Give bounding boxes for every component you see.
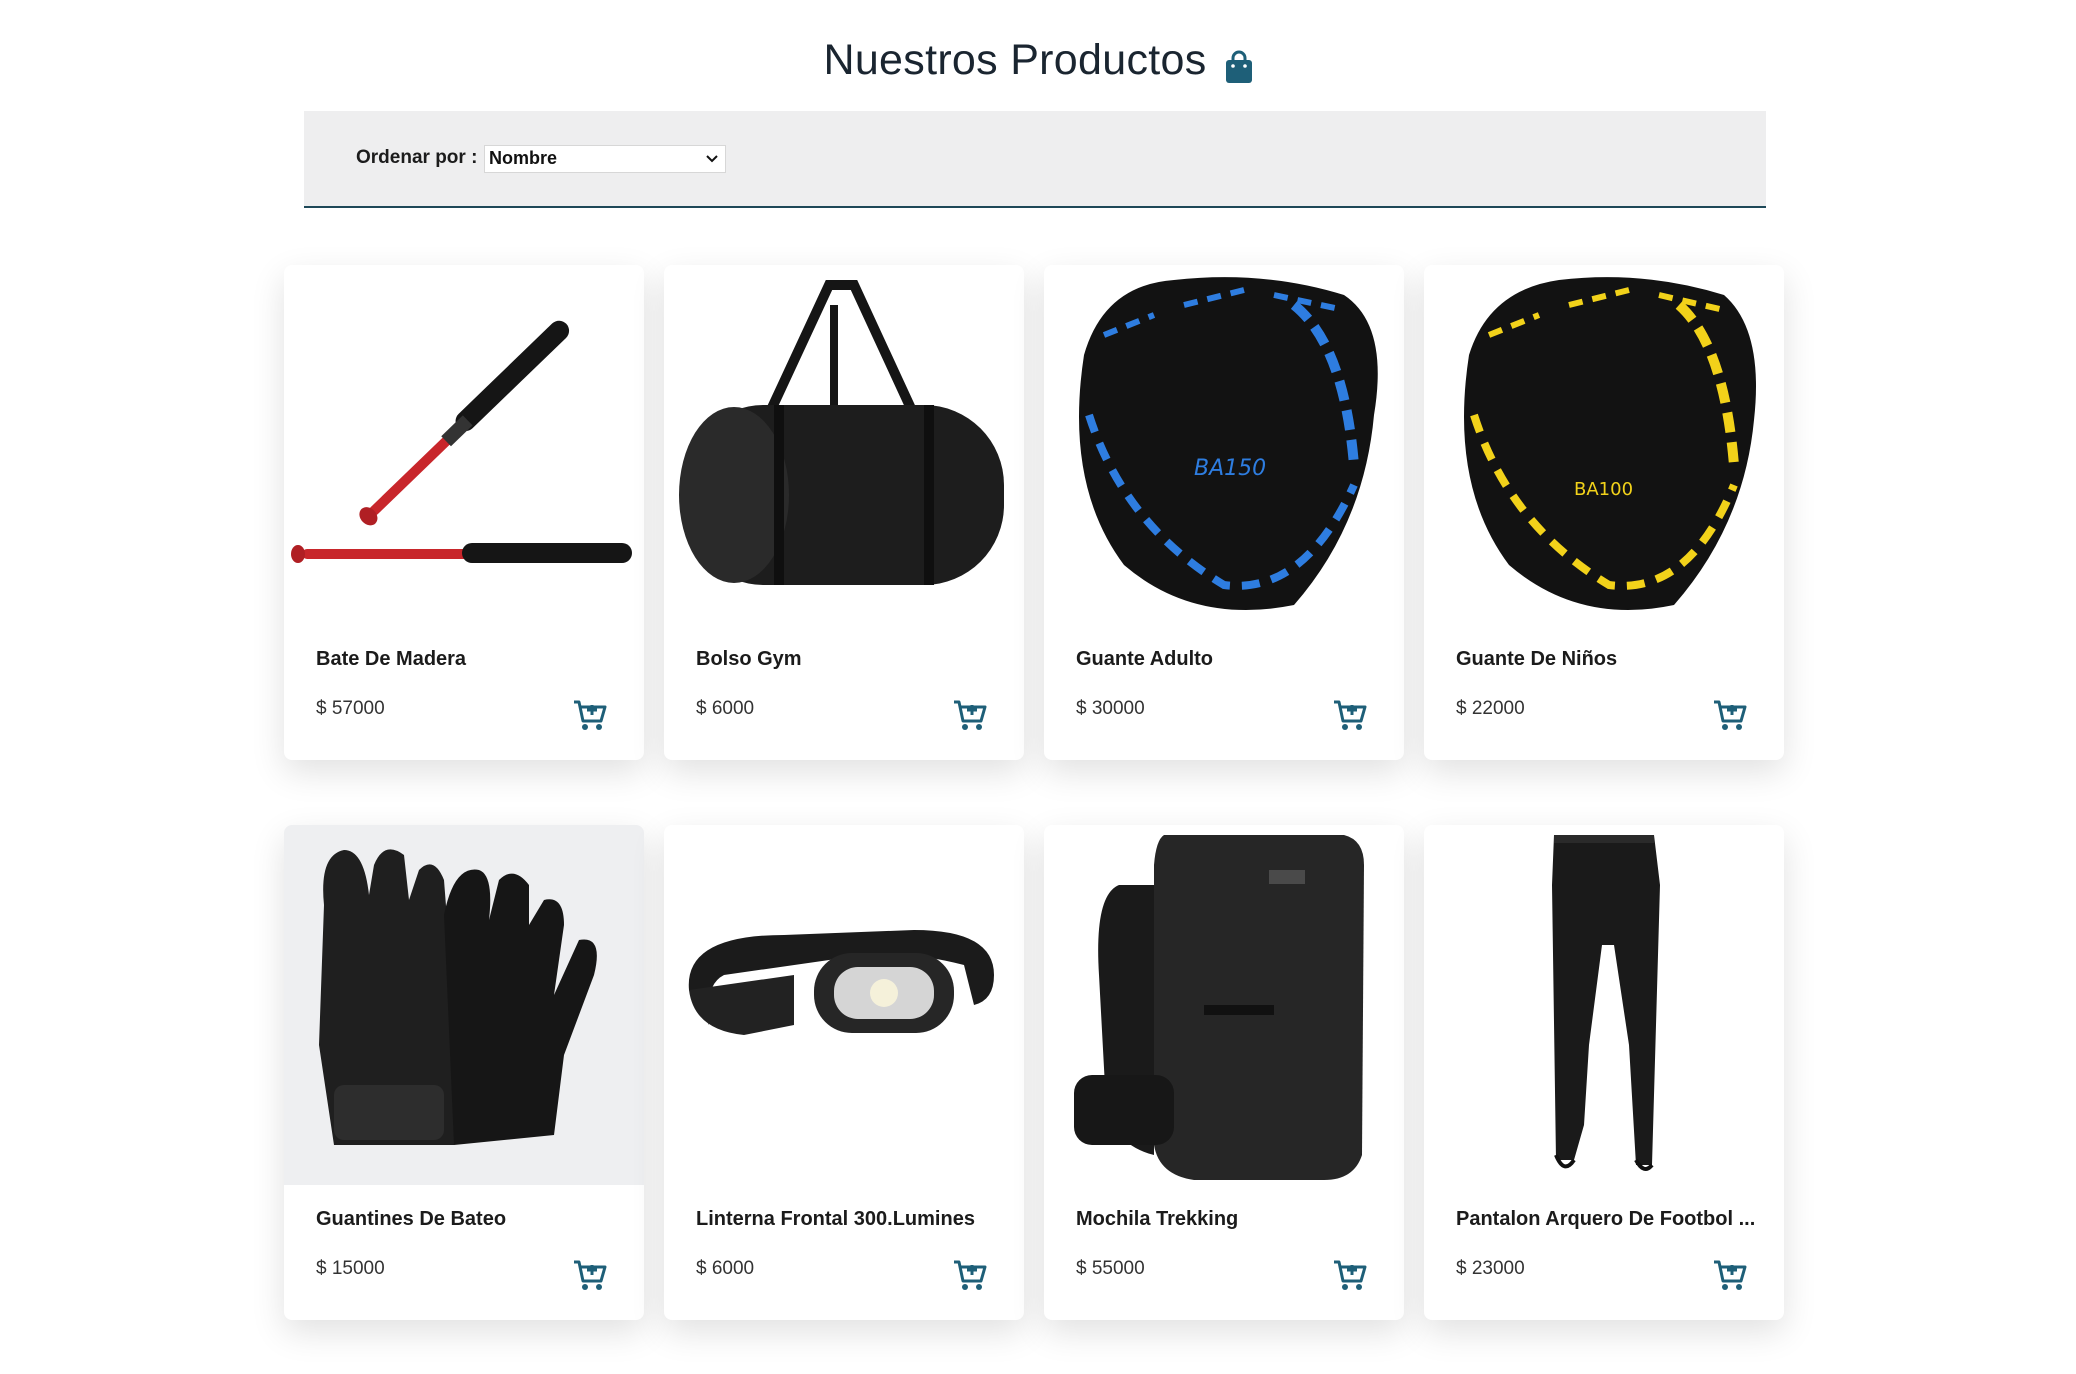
blue-baseball-glove-image[interactable]: BA150: [1044, 265, 1404, 625]
batting-gloves-image[interactable]: [284, 825, 644, 1185]
add-to-cart-icon[interactable]: [952, 697, 988, 733]
svg-text:BA100: BA100: [1574, 479, 1633, 500]
product-card[interactable]: Mochila Trekking $ 55000: [1044, 825, 1404, 1320]
product-name[interactable]: Linterna Frontal 300.Lumines: [696, 1208, 996, 1231]
product-price: $ 15000: [316, 1258, 385, 1279]
add-to-cart-icon[interactable]: [1332, 1257, 1368, 1293]
products-page: Nuestros Productos Ordenar por : Nombre: [0, 0, 2076, 1374]
svg-text:BA150: BA150: [1194, 456, 1266, 481]
add-to-cart-icon[interactable]: [1712, 697, 1748, 733]
add-to-cart-icon[interactable]: [572, 1257, 608, 1293]
product-name[interactable]: Bate De Madera: [316, 648, 616, 671]
trekking-backpack-image[interactable]: [1044, 825, 1404, 1185]
product-name[interactable]: Guante Adulto: [1076, 648, 1376, 671]
headlamp-image[interactable]: [664, 825, 1024, 1185]
sort-select[interactable]: Nombre: [484, 145, 726, 173]
product-name[interactable]: Bolso Gym: [696, 648, 996, 671]
product-card[interactable]: BA150 Guante Adulto $ 30000: [1044, 265, 1404, 760]
page-title: Nuestros Productos: [823, 36, 1207, 84]
product-price: $ 57000: [316, 698, 385, 719]
add-to-cart-icon[interactable]: [1712, 1257, 1748, 1293]
product-card[interactable]: Pantalon Arquero De Footbol ... $ 23000: [1424, 825, 1784, 1320]
baseball-bat-image[interactable]: [284, 265, 644, 625]
add-to-cart-icon[interactable]: [952, 1257, 988, 1293]
add-to-cart-icon[interactable]: [1332, 697, 1368, 733]
product-card[interactable]: BA100 Guante De Niños $ 22000: [1424, 265, 1784, 760]
product-price: $ 23000: [1456, 1258, 1525, 1279]
goalkeeper-pants-image[interactable]: [1424, 825, 1784, 1185]
gym-bag-image[interactable]: [664, 265, 1024, 625]
chevron-down-icon: [706, 155, 718, 163]
product-card[interactable]: Guantines De Bateo $ 15000: [284, 825, 644, 1320]
product-price: $ 22000: [1456, 698, 1525, 719]
product-price: $ 6000: [696, 1258, 755, 1279]
product-name[interactable]: Guantines De Bateo: [316, 1208, 616, 1231]
add-to-cart-icon[interactable]: [572, 697, 608, 733]
product-name[interactable]: Pantalon Arquero De Footbol ...: [1456, 1208, 1756, 1231]
yellow-baseball-glove-image[interactable]: BA100: [1424, 265, 1784, 625]
page-title-wrapper: Nuestros Productos: [823, 36, 1252, 85]
shopping-bag-icon: [1225, 46, 1253, 83]
sort-label: Ordenar por :: [356, 147, 478, 168]
product-name[interactable]: Mochila Trekking: [1076, 1208, 1376, 1231]
product-price: $ 6000: [696, 698, 755, 719]
product-name[interactable]: Guante De Niños: [1456, 648, 1756, 671]
sort-select-value: Nombre: [489, 148, 558, 168]
product-price: $ 30000: [1076, 698, 1145, 719]
page-header: Nuestros Productos: [0, 36, 2076, 96]
product-card[interactable]: Bate De Madera $ 57000: [284, 265, 644, 760]
product-card[interactable]: Bolso Gym $ 6000: [664, 265, 1024, 760]
sort-filter-bar: Ordenar por : Nombre: [304, 111, 1766, 208]
product-price: $ 55000: [1076, 1258, 1145, 1279]
product-card[interactable]: Linterna Frontal 300.Lumines $ 6000: [664, 825, 1024, 1320]
